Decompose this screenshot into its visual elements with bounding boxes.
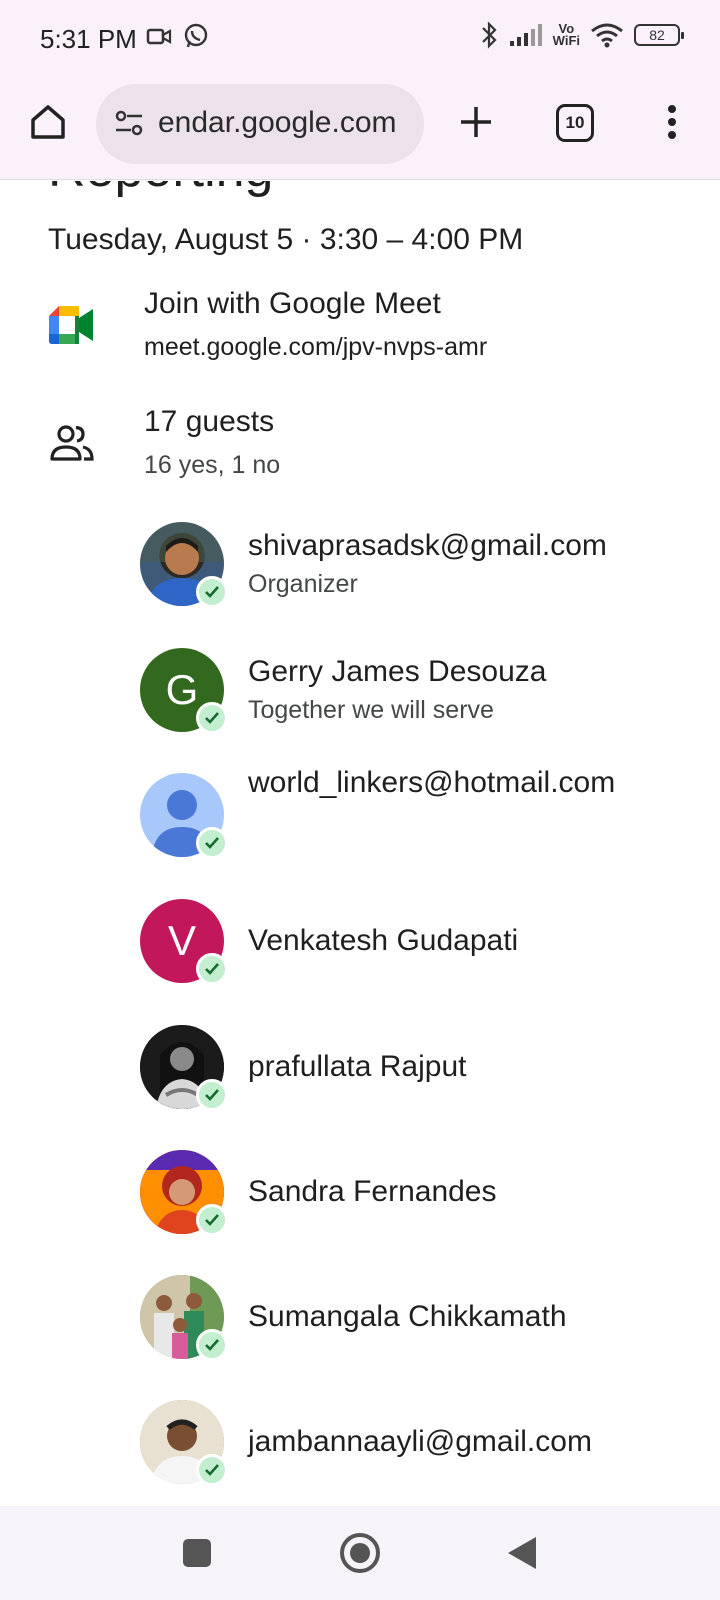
google-meet-icon[interactable] <box>48 301 96 349</box>
guest-name: Gerry James Desouza <box>248 655 547 688</box>
people-icon <box>48 419 96 467</box>
home-icon <box>31 105 65 139</box>
browser-chrome: 5:31 PM Vo WiFi 82 endar.google.com 10 <box>0 0 720 180</box>
plus-icon <box>461 107 491 137</box>
guest-row[interactable]: Sumangala Chikkamath <box>140 1275 700 1365</box>
site-settings-icon[interactable] <box>112 106 146 140</box>
back-button[interactable] <box>508 1537 536 1569</box>
guest-row[interactable]: prafullata Rajput <box>140 1025 700 1115</box>
browser-toolbar: endar.google.com 10 <box>0 80 720 170</box>
accepted-check-icon <box>196 576 228 608</box>
avatar-initial: G <box>165 666 199 713</box>
recents-button[interactable] <box>183 1539 211 1567</box>
status-system-icons: Vo WiFi 82 <box>479 20 684 50</box>
new-tab-button[interactable] <box>452 98 500 146</box>
status-bar: 5:31 PM Vo WiFi 82 <box>0 0 720 80</box>
url-text[interactable]: endar.google.com <box>158 106 408 140</box>
guest-row[interactable]: jambannaayli@gmail.com <box>140 1400 700 1490</box>
guest-tagline: Together we will serve <box>248 696 494 724</box>
accepted-check-icon <box>196 702 228 734</box>
guest-row[interactable]: world_linkers@hotmail.com <box>140 766 700 883</box>
guest-name: world_linkers@hotmail.com <box>248 766 616 799</box>
bluetooth-icon <box>481 21 497 49</box>
home-nav-button[interactable] <box>340 1533 380 1573</box>
accepted-check-icon <box>196 1204 228 1236</box>
guest-row[interactable]: V Venkatesh Gudapati <box>140 899 700 989</box>
event-title: Reporting <box>48 181 273 199</box>
signal-strength-icon <box>509 24 542 46</box>
tab-switcher-button[interactable]: 10 <box>556 104 594 142</box>
address-bar[interactable]: endar.google.com <box>96 84 424 164</box>
battery-indicator: 82 <box>634 24 684 46</box>
status-notification-icons <box>146 22 210 50</box>
browser-menu-button[interactable] <box>650 98 694 146</box>
accepted-check-icon <box>196 1329 228 1361</box>
guest-role: Organizer <box>248 570 358 598</box>
guest-count: 17 guests <box>144 405 275 438</box>
guest-name: prafullata Rajput <box>248 1050 467 1083</box>
rsvp-summary: 16 yes, 1 no <box>144 451 281 479</box>
join-google-meet-link[interactable]: Join with Google Meet <box>144 287 441 321</box>
guest-row[interactable]: Sandra Fernandes <box>140 1150 700 1240</box>
home-button[interactable] <box>24 98 72 146</box>
more-vertical-icon <box>668 105 676 139</box>
avatar-initial: V <box>167 917 196 964</box>
vowifi-line2: WiFi <box>552 33 580 48</box>
accepted-check-icon <box>196 827 228 859</box>
meet-url[interactable]: meet.google.com/jpv-nvps-amr <box>144 333 487 362</box>
guest-row[interactable]: G Gerry James Desouza Together we will s… <box>140 648 700 738</box>
vowifi-indicator: Vo WiFi <box>552 22 580 48</box>
guest-row[interactable]: shivaprasadsk@gmail.com Organizer <box>140 522 700 612</box>
accepted-check-icon <box>196 953 228 985</box>
accepted-check-icon <box>196 1079 228 1111</box>
guest-name: Sumangala Chikkamath <box>248 1300 567 1333</box>
event-details: Reporting Tuesday, August 5 · 3:30 – 4:0… <box>0 181 720 1506</box>
wifi-icon <box>591 23 623 48</box>
guest-name: jambannaayli@gmail.com <box>248 1425 592 1458</box>
guest-name: shivaprasadsk@gmail.com <box>248 529 607 562</box>
event-date-time: Tuesday, August 5 · 3:30 – 4:00 PM <box>48 223 524 256</box>
whatsapp-icon <box>184 23 208 48</box>
guest-name: Venkatesh Gudapati <box>248 924 519 957</box>
video-camera-icon <box>146 28 172 45</box>
system-navigation-bar <box>0 1506 720 1600</box>
guest-name: Sandra Fernandes <box>248 1175 497 1208</box>
status-time: 5:31 PM <box>40 24 137 54</box>
accepted-check-icon <box>196 1454 228 1486</box>
